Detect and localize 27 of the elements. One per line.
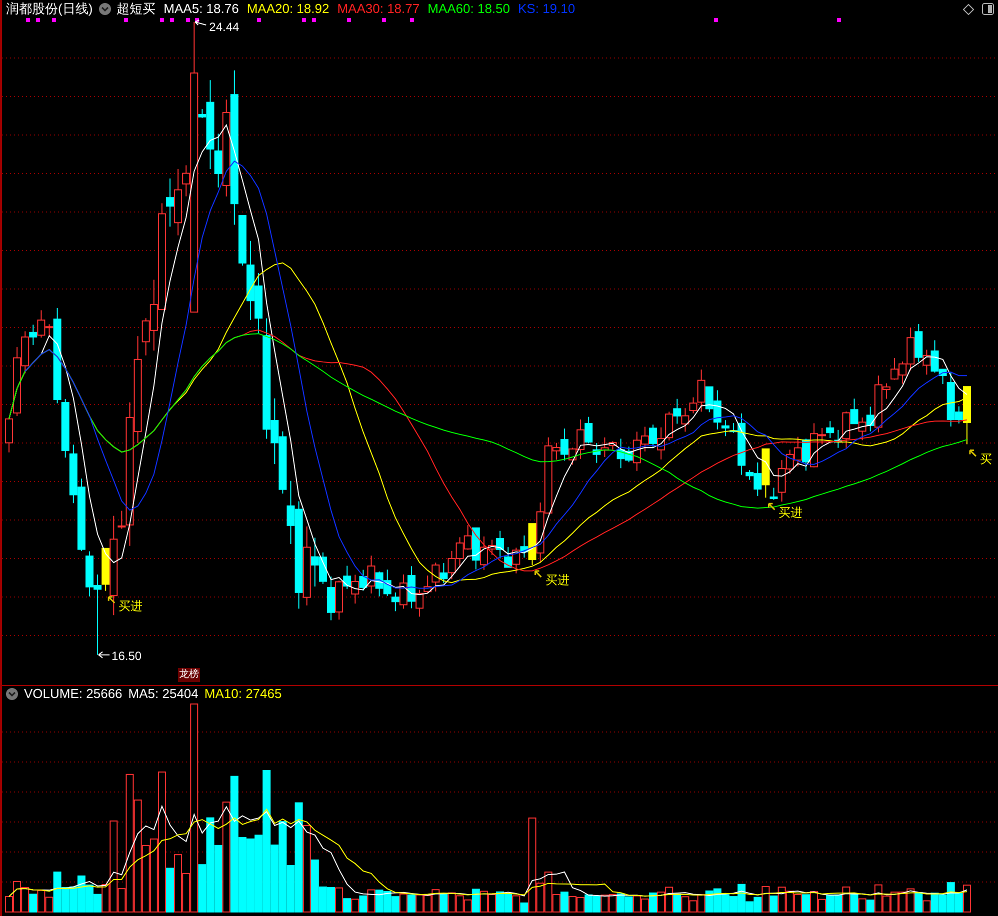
arrow-icon — [194, 20, 207, 26]
price-label: 24.44 — [209, 20, 240, 34]
legend-value: MAA30: 18.77 — [337, 1, 420, 16]
signal-label: 买进 — [545, 573, 570, 588]
indicator-name: 超短买 — [116, 1, 156, 16]
dropdown-icon[interactable] — [98, 2, 111, 14]
chart-title: 润都股份(日线) — [6, 1, 93, 16]
signal-label: 买进 — [778, 506, 803, 520]
legend-value: VOLUME: 25666 — [24, 685, 122, 704]
legend-value: MAA60: 18.50 — [428, 1, 510, 16]
legend-value: MA10: 27465 — [204, 685, 282, 704]
legend-value: MA5: 25404 — [128, 685, 198, 704]
price-label: 16.50 — [112, 648, 142, 663]
arrow-icon — [768, 502, 776, 510]
diamond-icon[interactable] — [963, 4, 974, 14]
dropdown-icon[interactable] — [6, 688, 18, 700]
badge: 龙榜 — [178, 668, 200, 682]
panel-toggle-icon[interactable] — [982, 3, 994, 15]
arrow-icon — [969, 449, 977, 457]
legend-value: KS: 19.10 — [518, 1, 576, 16]
legend-value: MAA20: 18.92 — [246, 1, 330, 16]
arrow-icon — [98, 651, 110, 658]
signal-label: 买 — [980, 452, 992, 466]
signal-label: 买进 — [118, 598, 143, 613]
arrow-icon — [108, 596, 116, 604]
arrow-icon — [534, 570, 542, 578]
legend-value: MAA5: 18.76 — [164, 1, 239, 16]
